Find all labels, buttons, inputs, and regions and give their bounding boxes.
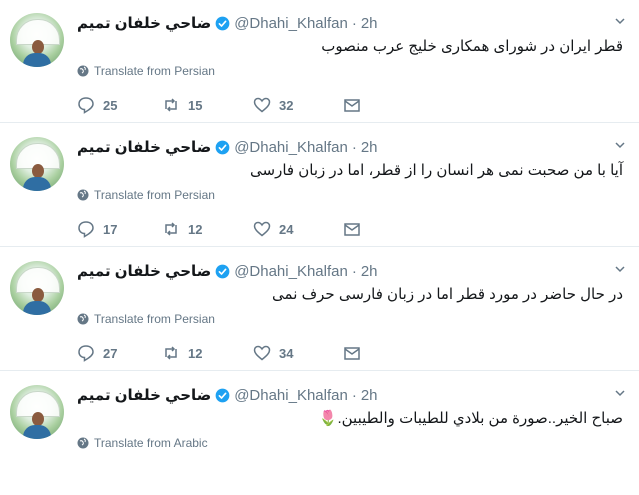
- timestamp[interactable]: 2h: [361, 387, 378, 404]
- tweet-text: در حال حاضر در مورد قطر اما در زبان فارس…: [272, 286, 623, 303]
- tweet-text: صباح الخير..صورة من بلادي للطيبات والطيب…: [318, 410, 623, 427]
- retweet-icon: [165, 222, 177, 236]
- retweet-button[interactable]: 12: [162, 220, 202, 238]
- reply-icon: [78, 345, 94, 362]
- author-name[interactable]: ضاحي خلفان تميم: [77, 262, 211, 280]
- translate-link[interactable]: Translate from Arabic: [77, 436, 208, 450]
- message-button[interactable]: [343, 344, 369, 362]
- avatar[interactable]: [10, 385, 64, 439]
- reply-count: 17: [103, 221, 118, 237]
- globe-icon: [77, 189, 89, 201]
- translate-link[interactable]: Translate from Persian: [77, 312, 215, 326]
- avatar-face: [32, 40, 44, 54]
- avatar-body: [23, 425, 51, 439]
- author-name[interactable]: ضاحي خلفان تميم: [77, 138, 211, 156]
- tweet-text: آیا با من صحبت نمی هر انسان را از قطر، ا…: [250, 162, 623, 179]
- avatar[interactable]: [10, 13, 64, 67]
- verified-icon: [215, 388, 230, 402]
- envelope-icon: [344, 347, 360, 360]
- tweet-text: قطر ایران در شورای همکاری خلیج عرب منصوب: [321, 38, 623, 55]
- message-button[interactable]: [343, 96, 369, 114]
- separator-dot: ·: [351, 14, 357, 32]
- translate-link[interactable]: Translate from Persian: [77, 188, 215, 202]
- like-button[interactable]: 32: [253, 96, 293, 114]
- avatar-body: [23, 53, 51, 67]
- timestamp[interactable]: 2h: [361, 263, 378, 280]
- tweet-header: ضاحي خلفان تميم @Dhahi_Khalfan · 2h: [77, 137, 378, 157]
- tweet-header: ضاحي خلفان تميم @Dhahi_Khalfan · 2h: [77, 385, 378, 405]
- tweet[interactable]: ضاحي خلفان تميم @Dhahi_Khalfan · 2h در ح…: [0, 248, 639, 371]
- verified-icon: [215, 140, 230, 154]
- message-button[interactable]: [343, 220, 369, 238]
- heart-icon: [253, 97, 271, 113]
- author-handle[interactable]: @Dhahi_Khalfan: [234, 139, 348, 156]
- tweet-actions: 27 12 34: [77, 344, 377, 364]
- reply-button[interactable]: 25: [77, 96, 117, 114]
- heart-icon: [253, 221, 271, 237]
- like-count: 24: [279, 221, 294, 237]
- translate-label[interactable]: Translate from Arabic: [94, 436, 208, 450]
- tweet-actions: 17 12 24: [77, 220, 377, 240]
- like-count: 34: [279, 345, 294, 361]
- avatar-face: [32, 412, 44, 426]
- envelope-icon: [344, 223, 360, 236]
- author-handle[interactable]: @Dhahi_Khalfan: [234, 387, 348, 404]
- chevron-down-icon[interactable]: [615, 388, 625, 398]
- author-name[interactable]: ضاحي خلفان تميم: [77, 386, 211, 404]
- like-count: 32: [279, 97, 294, 113]
- translate-label[interactable]: Translate from Persian: [94, 188, 215, 202]
- reply-icon: [78, 221, 94, 238]
- heart-icon: [253, 345, 271, 361]
- retweet-count: 12: [188, 345, 203, 361]
- tweet-actions: 25 15 32: [77, 96, 377, 116]
- timestamp[interactable]: 2h: [361, 139, 378, 156]
- retweet-count: 12: [188, 221, 203, 237]
- separator-dot: ·: [351, 386, 357, 404]
- retweet-button[interactable]: 15: [162, 96, 202, 114]
- verified-icon: [215, 264, 230, 278]
- reply-icon: [78, 97, 94, 114]
- globe-icon: [77, 313, 89, 325]
- envelope-icon: [344, 99, 360, 112]
- tweet[interactable]: ضاحي خلفان تميم @Dhahi_Khalfan · 2h صباح…: [0, 372, 639, 495]
- globe-icon: [77, 65, 89, 77]
- tweet-header: ضاحي خلفان تميم @Dhahi_Khalfan · 2h: [77, 261, 378, 281]
- retweet-count: 15: [188, 97, 203, 113]
- chevron-down-icon[interactable]: [615, 264, 625, 274]
- translate-link[interactable]: Translate from Persian: [77, 64, 215, 78]
- translate-label[interactable]: Translate from Persian: [94, 64, 215, 78]
- translate-label[interactable]: Translate from Persian: [94, 312, 215, 326]
- reply-count: 27: [103, 345, 118, 361]
- reply-button[interactable]: 27: [77, 344, 117, 362]
- author-handle[interactable]: @Dhahi_Khalfan: [234, 263, 348, 280]
- retweet-icon: [165, 98, 177, 112]
- timestamp[interactable]: 2h: [361, 15, 378, 32]
- tweet[interactable]: ضاحي خلفان تميم @Dhahi_Khalfan · 2h قطر …: [0, 0, 639, 123]
- avatar-body: [23, 177, 51, 191]
- avatar-face: [32, 288, 44, 302]
- retweet-button[interactable]: 12: [162, 344, 202, 362]
- avatar-face: [32, 164, 44, 178]
- chevron-down-icon[interactable]: [615, 140, 625, 150]
- avatar[interactable]: [10, 137, 64, 191]
- separator-dot: ·: [351, 138, 357, 156]
- author-name[interactable]: ضاحي خلفان تميم: [77, 14, 211, 32]
- globe-icon: [77, 437, 89, 449]
- retweet-icon: [165, 346, 177, 360]
- author-handle[interactable]: @Dhahi_Khalfan: [234, 15, 348, 32]
- tweet-header: ضاحي خلفان تميم @Dhahi_Khalfan · 2h: [77, 13, 378, 33]
- like-button[interactable]: 34: [253, 344, 293, 362]
- avatar-body: [23, 301, 51, 315]
- reply-count: 25: [103, 97, 118, 113]
- avatar[interactable]: [10, 261, 64, 315]
- tweet[interactable]: ضاحي خلفان تميم @Dhahi_Khalfan · 2h آیا …: [0, 124, 639, 247]
- like-button[interactable]: 24: [253, 220, 293, 238]
- chevron-down-icon[interactable]: [615, 16, 625, 26]
- verified-icon: [215, 16, 230, 30]
- separator-dot: ·: [351, 262, 357, 280]
- reply-button[interactable]: 17: [77, 220, 117, 238]
